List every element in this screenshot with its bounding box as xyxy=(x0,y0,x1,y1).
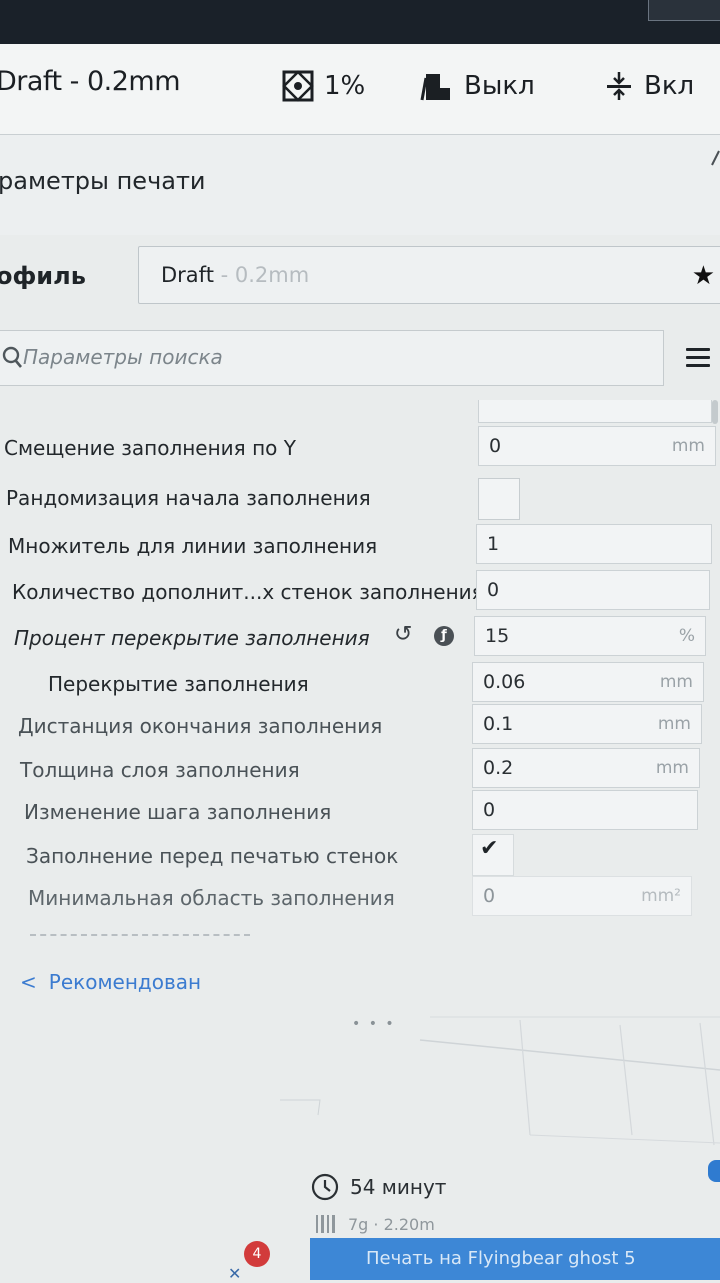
setting-unit: mm xyxy=(655,758,689,778)
setting-unit: % xyxy=(678,626,695,646)
setting-unit: mm xyxy=(671,436,705,456)
recommended-label: Рекомендован xyxy=(48,970,202,994)
setting-value: 0.06 xyxy=(483,671,526,693)
next-setting-row-partial xyxy=(30,934,250,940)
setting-row[interactable]: Множитель для линии заполнения 1 xyxy=(0,524,720,568)
setting-label: Процент перекрытие заполнения xyxy=(14,626,370,650)
side-panel-tab[interactable] xyxy=(708,1160,720,1182)
checkmark-icon: ✔ xyxy=(480,836,499,861)
support-icon xyxy=(420,74,450,101)
profile-name: Draft xyxy=(161,263,214,287)
notification-badge[interactable]: 4 xyxy=(244,1241,270,1267)
header-adhesion-value: Вкл xyxy=(644,71,695,101)
setting-label: Множитель для линии заполнения xyxy=(8,534,378,558)
setting-label: Толщина слоя заполнения xyxy=(20,758,300,782)
print-time-value: 54 минут xyxy=(350,1175,447,1199)
header-profile-name[interactable]: Draft - 0.2mm xyxy=(0,66,181,97)
setting-row[interactable]: Количество дополнит...х стенок заполнени… xyxy=(0,570,720,614)
setting-row[interactable]: Дистанция окончания заполнения 0.1 mm xyxy=(0,704,720,748)
filament-spool-icon xyxy=(316,1215,335,1233)
settings-search-row: Параметры поиска xyxy=(0,328,720,390)
panel-resize-handle[interactable]: • • • xyxy=(352,1016,396,1032)
previous-setting-field-edge[interactable] xyxy=(478,400,712,423)
setting-value-field[interactable]: 0.2 mm xyxy=(472,748,700,788)
window-top-bar xyxy=(0,0,720,44)
profile-selector-row: офиль Draft - 0.2mm ★ xyxy=(0,236,720,316)
setting-row[interactable]: Рандомизация начала заполнения xyxy=(0,476,720,520)
setting-value: 0.1 xyxy=(483,713,514,735)
setting-row[interactable]: Толщина слоя заполнения 0.2 mm xyxy=(0,748,720,792)
reset-icon[interactable]: ↺ xyxy=(394,622,412,647)
wrench-icon[interactable]: ✕ xyxy=(228,1264,241,1283)
setting-label: Минимальная область заполнения xyxy=(28,886,395,910)
setting-row[interactable]: Перекрытие заполнения 0.06 mm xyxy=(0,662,720,706)
search-icon xyxy=(2,346,22,368)
profile-label: офиль xyxy=(0,262,86,290)
print-settings-panel-header: раметры печати xyxy=(0,135,720,235)
setting-unit: mm xyxy=(659,672,693,692)
window-thumbnail[interactable] xyxy=(648,0,720,21)
settings-scrollbar[interactable] xyxy=(712,400,718,424)
header-support-value: Выкл xyxy=(464,71,535,101)
setting-value-field[interactable]: 0 xyxy=(476,570,710,610)
setting-unit: mm² xyxy=(641,886,681,906)
setting-value-field[interactable]: 0 mm xyxy=(478,426,716,466)
print-setup-header[interactable]: Draft - 0.2mm 1% Выкл Вкл xyxy=(0,44,720,135)
material-estimate[interactable]: 7g · 2.20m xyxy=(314,1212,435,1236)
header-infill[interactable]: 1% xyxy=(282,64,365,108)
setting-value-field[interactable]: 0.1 mm xyxy=(472,704,702,744)
print-time-estimate[interactable]: 54 минут xyxy=(310,1172,446,1202)
setting-value: 0.2 xyxy=(483,757,514,779)
setting-value: 0 xyxy=(489,435,502,457)
setting-value-field[interactable]: 15 % xyxy=(474,616,706,656)
profile-dropdown-value: Draft - 0.2mm xyxy=(161,263,309,287)
setting-row[interactable]: Процент перекрытие заполнения ↺ ƒ 15 % xyxy=(0,616,720,660)
setting-label: Количество дополнит...х стенок заполнени… xyxy=(12,580,484,604)
setting-value-field[interactable]: 0 mm² xyxy=(472,876,692,916)
setting-value: 15 xyxy=(485,625,510,647)
setting-value-field[interactable]: 0.06 mm xyxy=(472,662,704,702)
chevron-left-icon: < xyxy=(20,970,37,994)
profile-layer-height: - 0.2mm xyxy=(213,263,310,287)
settings-visibility-menu-icon[interactable] xyxy=(686,348,710,372)
setting-value-field[interactable]: 0 xyxy=(472,790,698,830)
infill-icon xyxy=(282,70,314,102)
pencil-icon[interactable] xyxy=(710,149,720,167)
setting-row[interactable]: Заполнение перед печатью стенок ✔ xyxy=(0,834,720,878)
adhesion-icon xyxy=(607,72,631,100)
setting-label: Изменение шага заполнения xyxy=(24,800,332,824)
settings-search-input[interactable]: Параметры поиска xyxy=(0,330,664,386)
setting-label: Заполнение перед печатью стенок xyxy=(26,844,399,868)
print-button[interactable]: Печать на Flyingbear ghost 5 xyxy=(310,1238,720,1280)
header-adhesion[interactable]: Вкл xyxy=(604,64,694,108)
setting-value-field[interactable]: 1 xyxy=(476,524,712,564)
setting-value: 0 xyxy=(483,799,496,821)
setting-unit: mm xyxy=(657,714,691,734)
settings-list[interactable]: Смещение заполнения по Y 0 mm Рандомизац… xyxy=(0,400,720,945)
header-support[interactable]: Выкл xyxy=(420,64,535,108)
star-icon[interactable]: ★ xyxy=(692,261,715,291)
info-icon[interactable]: ƒ xyxy=(434,626,454,646)
setting-value: 1 xyxy=(487,533,500,555)
setting-row[interactable]: Изменение шага заполнения 0 xyxy=(0,790,720,834)
search-placeholder: Параметры поиска xyxy=(23,345,223,369)
setting-row[interactable]: Минимальная область заполнения 0 mm² xyxy=(0,876,720,920)
setting-label: Перекрытие заполнения xyxy=(48,672,309,696)
setting-checkbox[interactable] xyxy=(478,478,520,520)
setting-row[interactable]: Смещение заполнения по Y 0 mm xyxy=(0,426,720,470)
setting-label: Дистанция окончания заполнения xyxy=(18,714,383,738)
setting-label: Рандомизация начала заполнения xyxy=(6,486,371,510)
setting-label: Смещение заполнения по Y xyxy=(4,436,296,460)
recommended-mode-link[interactable]: < Рекомендован xyxy=(20,970,201,994)
profile-dropdown[interactable]: Draft - 0.2mm ★ xyxy=(138,246,720,304)
material-value: 7g · 2.20m xyxy=(348,1214,435,1234)
header-infill-value: 1% xyxy=(324,71,366,101)
clock-icon xyxy=(311,1173,339,1201)
setting-value: 0 xyxy=(487,579,500,601)
panel-title: раметры печати xyxy=(0,167,206,195)
setting-value: 0 xyxy=(483,885,496,907)
